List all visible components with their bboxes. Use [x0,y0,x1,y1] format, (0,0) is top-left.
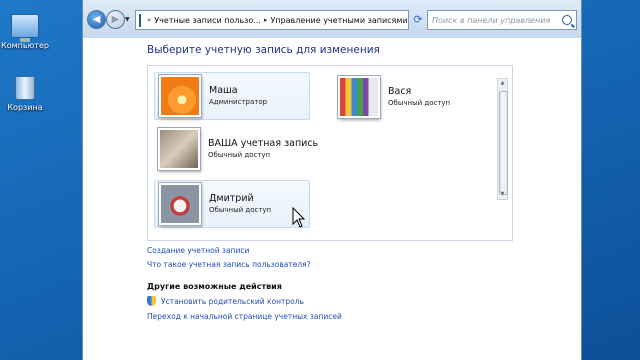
account-role: Обычный доступ [208,151,271,159]
account-role: Обычный доступ [209,206,272,214]
accounts-home-link[interactable]: Переход к начальной странице учетных зап… [147,312,342,321]
back-button[interactable]: ◀ [87,10,106,29]
forward-arrow-icon: ▶ [111,14,120,25]
control-panel-icon [139,13,141,27]
navigation-toolbar: ◀ ▶ ▼ « Учетные записи пользо... ▸ Управ… [83,0,581,38]
account-tile-masha[interactable]: Маша Администратор [154,72,310,120]
address-bar[interactable]: « Учетные записи пользо... ▸ Управление … [135,10,409,30]
account-tile-vasya[interactable]: Вася Обычный доступ [334,74,488,120]
what-is-account-link[interactable]: Что такое учетная запись пользователя? [147,260,311,269]
desktop-icon-label: Компьютер [1,41,49,50]
desktop-icon-recycle-bin[interactable]: Корзина [0,76,50,112]
account-name: Вася [388,86,412,97]
refresh-button[interactable]: ⟳ [409,10,427,28]
account-tile-your-account[interactable]: ВАША учетная запись Обычный доступ [154,126,334,172]
accounts-panel: Маша Администратор Вася Обычный доступ В… [147,65,513,241]
control-panel-window: ◀ ▶ ▼ « Учетные записи пользо... ▸ Управ… [82,0,582,360]
computer-icon [11,14,39,42]
breadcrumb-user-accounts[interactable]: Учетные записи пользо... [154,16,261,25]
search-icon[interactable] [562,15,572,25]
back-arrow-icon: ◀ [92,14,101,25]
account-tile-dmitry[interactable]: Дмитрий Обычный доступ [154,180,310,228]
account-role: Администратор [209,98,268,106]
account-name: Дмитрий [209,193,254,204]
scroll-down-icon[interactable]: ▼ [499,191,506,198]
account-name: Маша [209,85,238,96]
content-area: Выберите учетную запись для изменения Ма… [83,38,581,360]
chevron-double-left-icon[interactable]: « [147,16,151,24]
desktop-icon-computer[interactable]: Компьютер [0,14,50,50]
chevron-right-icon[interactable]: ▸ [264,16,268,24]
scroll-up-icon[interactable]: ▲ [499,80,506,87]
desktop-icon-label: Корзина [7,103,43,112]
refresh-icon: ⟳ [413,12,423,26]
account-name: ВАША учетная запись [208,138,319,149]
scroll-thumb[interactable] [499,91,508,195]
accounts-scrollbar[interactable]: ▲ ▼ [497,78,508,200]
account-picture-flower [159,75,201,117]
breadcrumb-manage-accounts[interactable]: Управление учетными записями [270,16,407,25]
parental-control-link[interactable]: Установить родительский контроль [161,297,304,306]
recycle-bin-icon [15,76,35,100]
recent-pages-dropdown[interactable]: ▼ [125,16,130,23]
search-input[interactable]: Поиск в панели управления [427,10,577,30]
forward-button[interactable]: ▶ [106,10,125,29]
create-account-link[interactable]: Создание учетной записи [147,246,249,255]
account-picture-pencils [338,76,380,118]
search-placeholder: Поиск в панели управления [432,15,551,25]
mouse-cursor-icon [292,207,306,228]
account-role: Обычный доступ [388,99,451,107]
page-title: Выберите учетную запись для изменения [147,44,380,56]
other-actions-heading: Другие возможные действия [147,282,282,291]
uac-shield-icon [147,296,156,306]
account-picture-cat [158,128,200,170]
account-picture-origami [159,183,201,225]
